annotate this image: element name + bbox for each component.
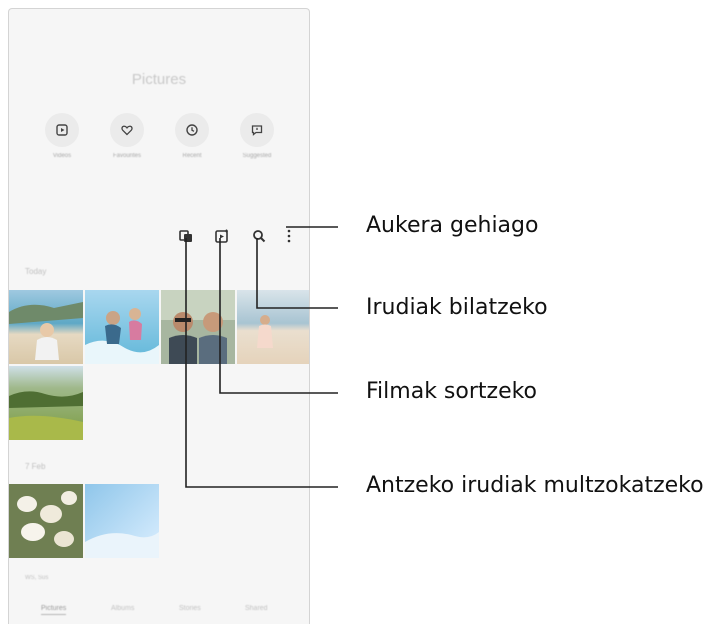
callout-search-images: Irudiak bilatzeko [366,295,548,320]
callout-more-options: Aukera gehiago [366,213,539,238]
callout-group-similar: Antzeko irudiak multzokatzeko [366,473,704,498]
callout-create-movies: Filmak sortzeko [366,379,538,404]
callout-lines [185,226,338,488]
